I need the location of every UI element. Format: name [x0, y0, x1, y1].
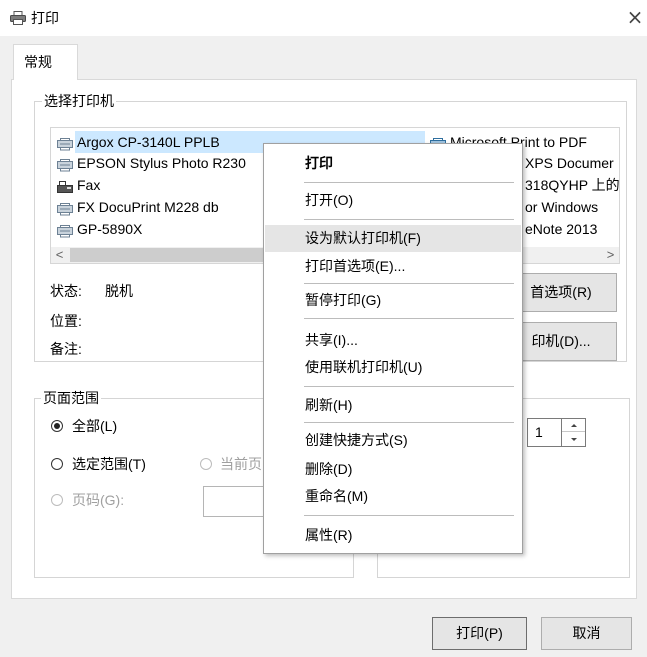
status-value: 脱机: [105, 283, 133, 299]
radio-circle: [51, 420, 63, 432]
menu-item-printing-preferences[interactable]: 打印首选项(E)...: [265, 253, 521, 280]
print-button[interactable]: 打印(P): [432, 617, 527, 650]
menu-separator: [304, 318, 514, 319]
printer-name: EPSON Stylus Photo R230: [77, 155, 246, 171]
radio-label: 当前页: [220, 456, 262, 472]
cancel-button[interactable]: 取消: [541, 617, 632, 650]
printer-icon: [10, 11, 26, 25]
location-label: 位置:: [50, 313, 82, 329]
scroll-right-button[interactable]: >: [602, 247, 619, 263]
title-bar: 打印 ×: [0, 0, 647, 36]
fax-icon: [57, 178, 73, 193]
menu-separator: [304, 422, 514, 423]
stepper-up-button[interactable]: [562, 419, 585, 432]
copies-input[interactable]: 1: [527, 418, 562, 447]
printer-name: Argox CP-3140L PPLB: [77, 134, 220, 150]
menu-item-delete[interactable]: 删除(D): [265, 456, 521, 483]
window-title: 打印: [31, 10, 59, 26]
printer-name: 318QYHP 上的: [525, 177, 620, 193]
printer-name: FX DocuPrint M228 db: [77, 199, 219, 215]
printer-item[interactable]: or Windows: [525, 196, 598, 218]
context-menu: 打印 打开(O) 设为默认打印机(F) 打印首选项(E)... 暂停打印(G) …: [263, 143, 523, 554]
close-icon[interactable]: ×: [624, 5, 646, 29]
menu-separator: [304, 386, 514, 387]
printer-group-label: 选择打印机: [42, 93, 116, 109]
radio-current-page[interactable]: 当前页: [200, 456, 270, 472]
menu-item-open[interactable]: 打开(O): [265, 187, 521, 214]
menu-item-refresh[interactable]: 刷新(H): [265, 392, 521, 419]
radio-circle: [51, 494, 63, 506]
printer-name: Fax: [77, 177, 101, 193]
tab-general[interactable]: 常规: [13, 44, 78, 80]
menu-separator: [304, 283, 514, 284]
radio-circle: [51, 458, 63, 470]
menu-item-share[interactable]: 共享(I)...: [265, 327, 521, 354]
radio-all[interactable]: 全部(L): [51, 418, 141, 434]
menu-separator: [304, 515, 514, 516]
chevron-down-icon: [571, 438, 577, 441]
tab-label: 常规: [24, 54, 52, 70]
radio-label: 页码(G):: [72, 492, 125, 508]
printer-icon: [57, 222, 73, 238]
printer-name: or Windows: [525, 199, 599, 215]
radio-selection[interactable]: 选定范围(T): [51, 456, 161, 472]
menu-item-set-default[interactable]: 设为默认打印机(F): [265, 225, 521, 252]
chevron-up-icon: [571, 424, 577, 427]
radio-label: 全部(L): [72, 418, 118, 434]
printer-item[interactable]: 318QYHP 上的: [525, 174, 620, 196]
printer-item[interactable]: XPS Documer: [525, 152, 614, 174]
menu-item-create-shortcut[interactable]: 创建快捷方式(S): [265, 427, 521, 454]
printer-icon: [57, 200, 73, 216]
menu-separator: [304, 219, 514, 220]
printer-icon: [57, 156, 73, 172]
copies-stepper[interactable]: [561, 418, 586, 447]
menu-item-properties[interactable]: 属性(R): [265, 522, 521, 549]
printer-item[interactable]: eNote 2013: [525, 218, 597, 240]
menu-item-rename[interactable]: 重命名(M): [265, 483, 521, 510]
status-label: 状态:: [50, 283, 82, 299]
printer-icon: [57, 135, 73, 151]
page-range-label: 页面范围: [41, 390, 101, 406]
printer-name: GP-5890X: [77, 221, 143, 237]
radio-circle: [200, 458, 212, 470]
radio-pages[interactable]: 页码(G):: [51, 492, 151, 508]
printer-name: eNote 2013: [525, 221, 598, 237]
menu-item-pause[interactable]: 暂停打印(G): [265, 287, 521, 314]
comment-label: 备注:: [50, 341, 82, 357]
stepper-down-button[interactable]: [562, 433, 585, 446]
printer-name: XPS Documer: [525, 155, 614, 171]
menu-item-print[interactable]: 打印: [265, 150, 521, 177]
radio-label: 选定范围(T): [72, 456, 146, 472]
scroll-left-button[interactable]: <: [51, 247, 68, 263]
menu-separator: [304, 182, 514, 183]
menu-item-use-online[interactable]: 使用联机打印机(U): [265, 354, 521, 381]
